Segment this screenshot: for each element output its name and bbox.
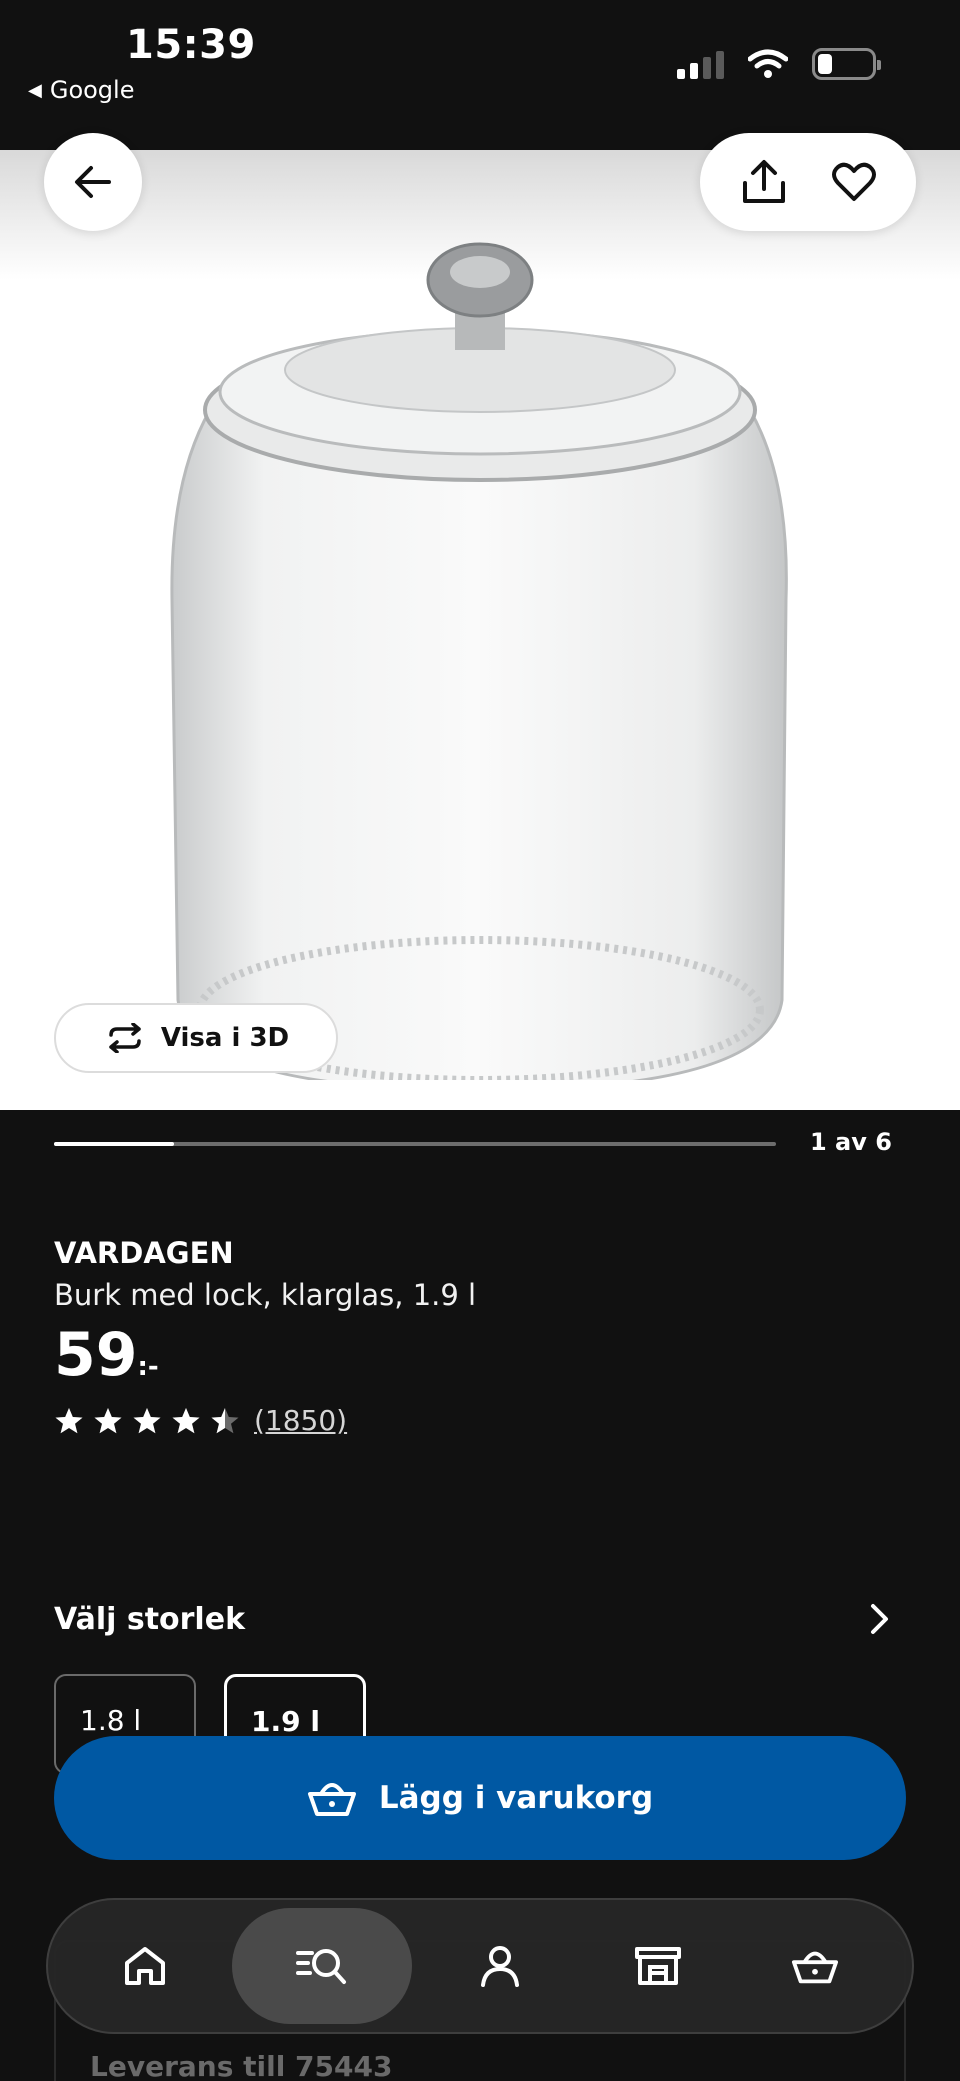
- nav-store[interactable]: [588, 1908, 728, 2024]
- star-icon: [133, 1407, 161, 1433]
- store-icon: [634, 1947, 681, 1985]
- cart-icon: [792, 1951, 839, 1984]
- glass-jar-image: [170, 242, 788, 1080]
- nav-home[interactable]: [75, 1908, 215, 2024]
- back-button[interactable]: [44, 133, 142, 231]
- star-icon: [94, 1407, 122, 1433]
- status-icons: [677, 48, 881, 80]
- nav-search[interactable]: [232, 1908, 413, 2024]
- chevron-right-icon[interactable]: [864, 1602, 894, 1636]
- product-image[interactable]: [0, 150, 960, 1110]
- arrow-left-icon: [75, 166, 111, 198]
- back-to-app-link[interactable]: ◀ Google: [28, 76, 134, 104]
- status-bar: 15:39 ◀ Google: [0, 0, 960, 150]
- cellular-signal-icon: [677, 49, 724, 79]
- wifi-icon: [748, 49, 788, 78]
- profile-icon: [480, 1946, 519, 1987]
- back-triangle-icon: ◀: [28, 79, 42, 101]
- price-main: 59: [54, 1320, 138, 1390]
- rotate-3d-icon: [109, 1023, 141, 1053]
- bottom-navigation: [46, 1898, 914, 2034]
- back-app-label: Google: [49, 76, 135, 104]
- delivery-text: Leverans till 75443: [90, 2050, 393, 2081]
- star-icon: [172, 1407, 200, 1433]
- size-section-title[interactable]: Välj storlek: [54, 1602, 245, 1637]
- nav-cart[interactable]: [745, 1908, 885, 2024]
- home-icon: [124, 1947, 165, 1985]
- product-description: Burk med lock, klarglas, 1.9 l: [54, 1278, 477, 1312]
- product-price: 59 :-: [54, 1320, 159, 1390]
- view-in-3d-label: Visa i 3D: [160, 1023, 290, 1053]
- rating-stars: [54, 1406, 240, 1436]
- add-to-cart-button[interactable]: Lägg i varukorg: [54, 1736, 906, 1860]
- image-actions: [700, 133, 916, 231]
- view-in-3d-button[interactable]: Visa i 3D: [54, 1003, 338, 1073]
- star-icon: [211, 1407, 239, 1433]
- add-to-cart-label: Lägg i varukorg: [378, 1780, 654, 1816]
- share-icon[interactable]: [741, 159, 787, 205]
- price-suffix: :-: [137, 1352, 159, 1382]
- heart-icon[interactable]: [831, 162, 876, 202]
- product-brand: VARDAGEN: [54, 1236, 234, 1270]
- review-count-link[interactable]: (1850): [254, 1404, 347, 1437]
- star-icon: [55, 1407, 83, 1433]
- nav-profile[interactable]: [430, 1908, 570, 2024]
- product-rating[interactable]: (1850): [54, 1404, 347, 1437]
- gallery-progress-bar: [54, 1142, 776, 1146]
- shopping-basket-icon: [307, 1783, 356, 1816]
- battery-icon: [812, 48, 881, 80]
- gallery-counter: 1 av 6: [810, 1128, 892, 1156]
- search-icon: [296, 1949, 347, 1984]
- gallery-progress-fill: [54, 1142, 174, 1146]
- status-time: 15:39: [126, 22, 256, 68]
